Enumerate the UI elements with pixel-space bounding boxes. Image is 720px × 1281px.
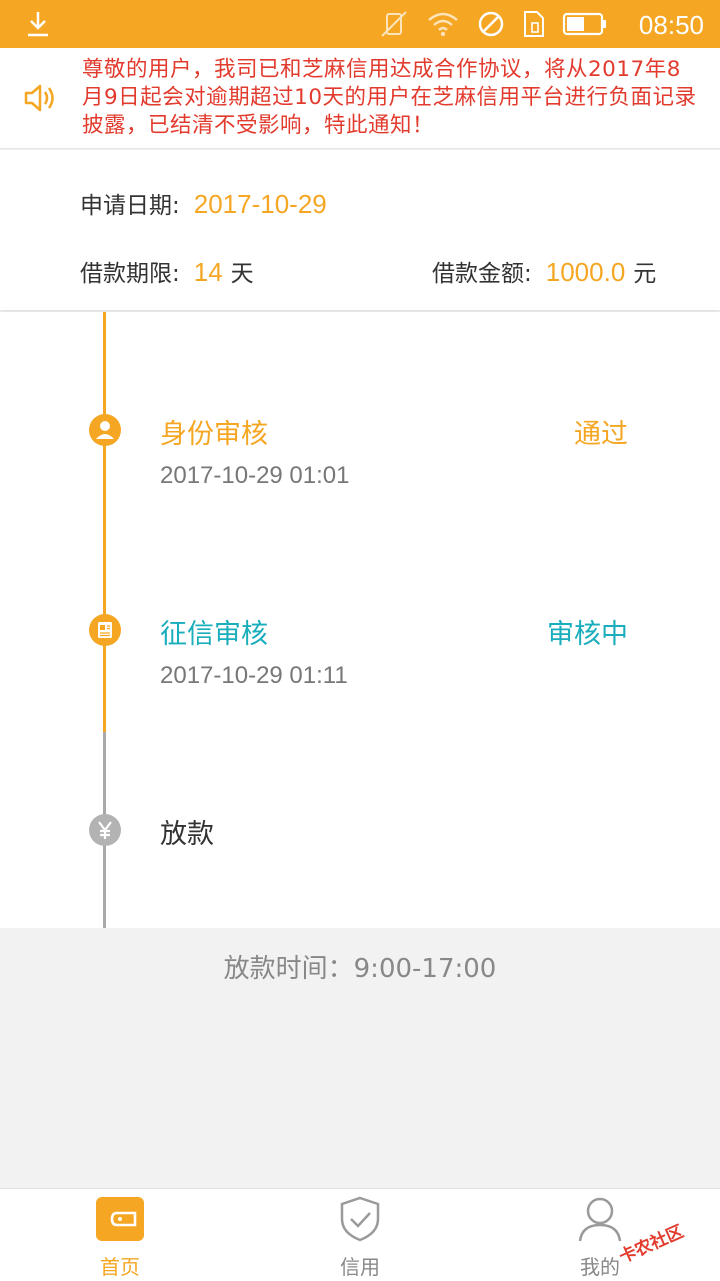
tab-home-label: 首页 (100, 1255, 140, 1279)
step-credit-title: 征信审核 (160, 619, 268, 650)
speaker-icon (24, 84, 54, 112)
step-credit-time: 2017-10-29 01:11 (160, 662, 348, 689)
vibrate-off-icon (381, 11, 407, 37)
battery-icon (562, 12, 606, 36)
apply-date-value: 2017-10-29 (193, 189, 327, 219)
status-bar: 08:50 (0, 0, 720, 48)
amount-value: 1000.0 (545, 257, 626, 287)
person-icon (578, 1197, 622, 1242)
step-identity-title: 身份审核 (160, 419, 268, 450)
apply-date-row: 申请日期: 2017-10-29 (80, 186, 335, 220)
sim-icon (524, 11, 544, 37)
wallet-icon (96, 1197, 144, 1241)
timeline-line-done (103, 312, 106, 732)
wifi-icon (428, 12, 458, 37)
tab-credit[interactable]: 信用 (300, 1195, 420, 1280)
do-not-disturb-icon (478, 11, 504, 37)
apply-date-label: 申请日期: (80, 193, 180, 219)
user-icon (89, 414, 121, 446)
term-unit: 天 (230, 261, 254, 287)
clock: 08:50 (638, 10, 704, 40)
progress-timeline: 身份审核 通过 2017-10-29 01:01 征信审核 审核中 2017-1… (0, 312, 720, 928)
term-row: 借款期限: 14 天 (80, 254, 254, 288)
tab-credit-label: 信用 (340, 1255, 380, 1279)
amount-unit: 元 (633, 261, 657, 287)
disbursement-hours: 放款时间：9:00-17:00 (223, 954, 497, 984)
step-disburse-title: 放款 (160, 819, 214, 850)
status-icons (378, 8, 608, 40)
notice-text: 尊敬的用户，我司已和芝麻信用达成合作协议，将从2017年8月9日起会对逾期超过1… (82, 57, 697, 138)
id-card-icon (89, 614, 121, 646)
term-label: 借款期限: (80, 261, 180, 287)
tab-home[interactable]: 首页 (60, 1195, 180, 1280)
step-identity-time: 2017-10-29 01:01 (160, 462, 350, 489)
term-value: 14 (193, 257, 223, 287)
step-credit-status: 审核中 (547, 619, 628, 650)
yen-icon (89, 814, 121, 846)
bottom-tab-bar: 首页 信用 我的 (0, 1188, 720, 1281)
loan-info-card: 申请日期: 2017-10-29 借款期限: 14 天 借款金额: 1000.0 元 (0, 150, 720, 310)
amount-label: 借款金额: (432, 261, 532, 287)
shield-check-icon (340, 1196, 380, 1242)
notice-banner: 尊敬的用户，我司已和芝麻信用达成合作协议，将从2017年8月9日起会对逾期超过1… (0, 48, 720, 149)
step-identity-status: 通过 (574, 419, 628, 450)
download-icon (28, 12, 48, 37)
amount-row: 借款金额: 1000.0 元 (432, 254, 656, 288)
